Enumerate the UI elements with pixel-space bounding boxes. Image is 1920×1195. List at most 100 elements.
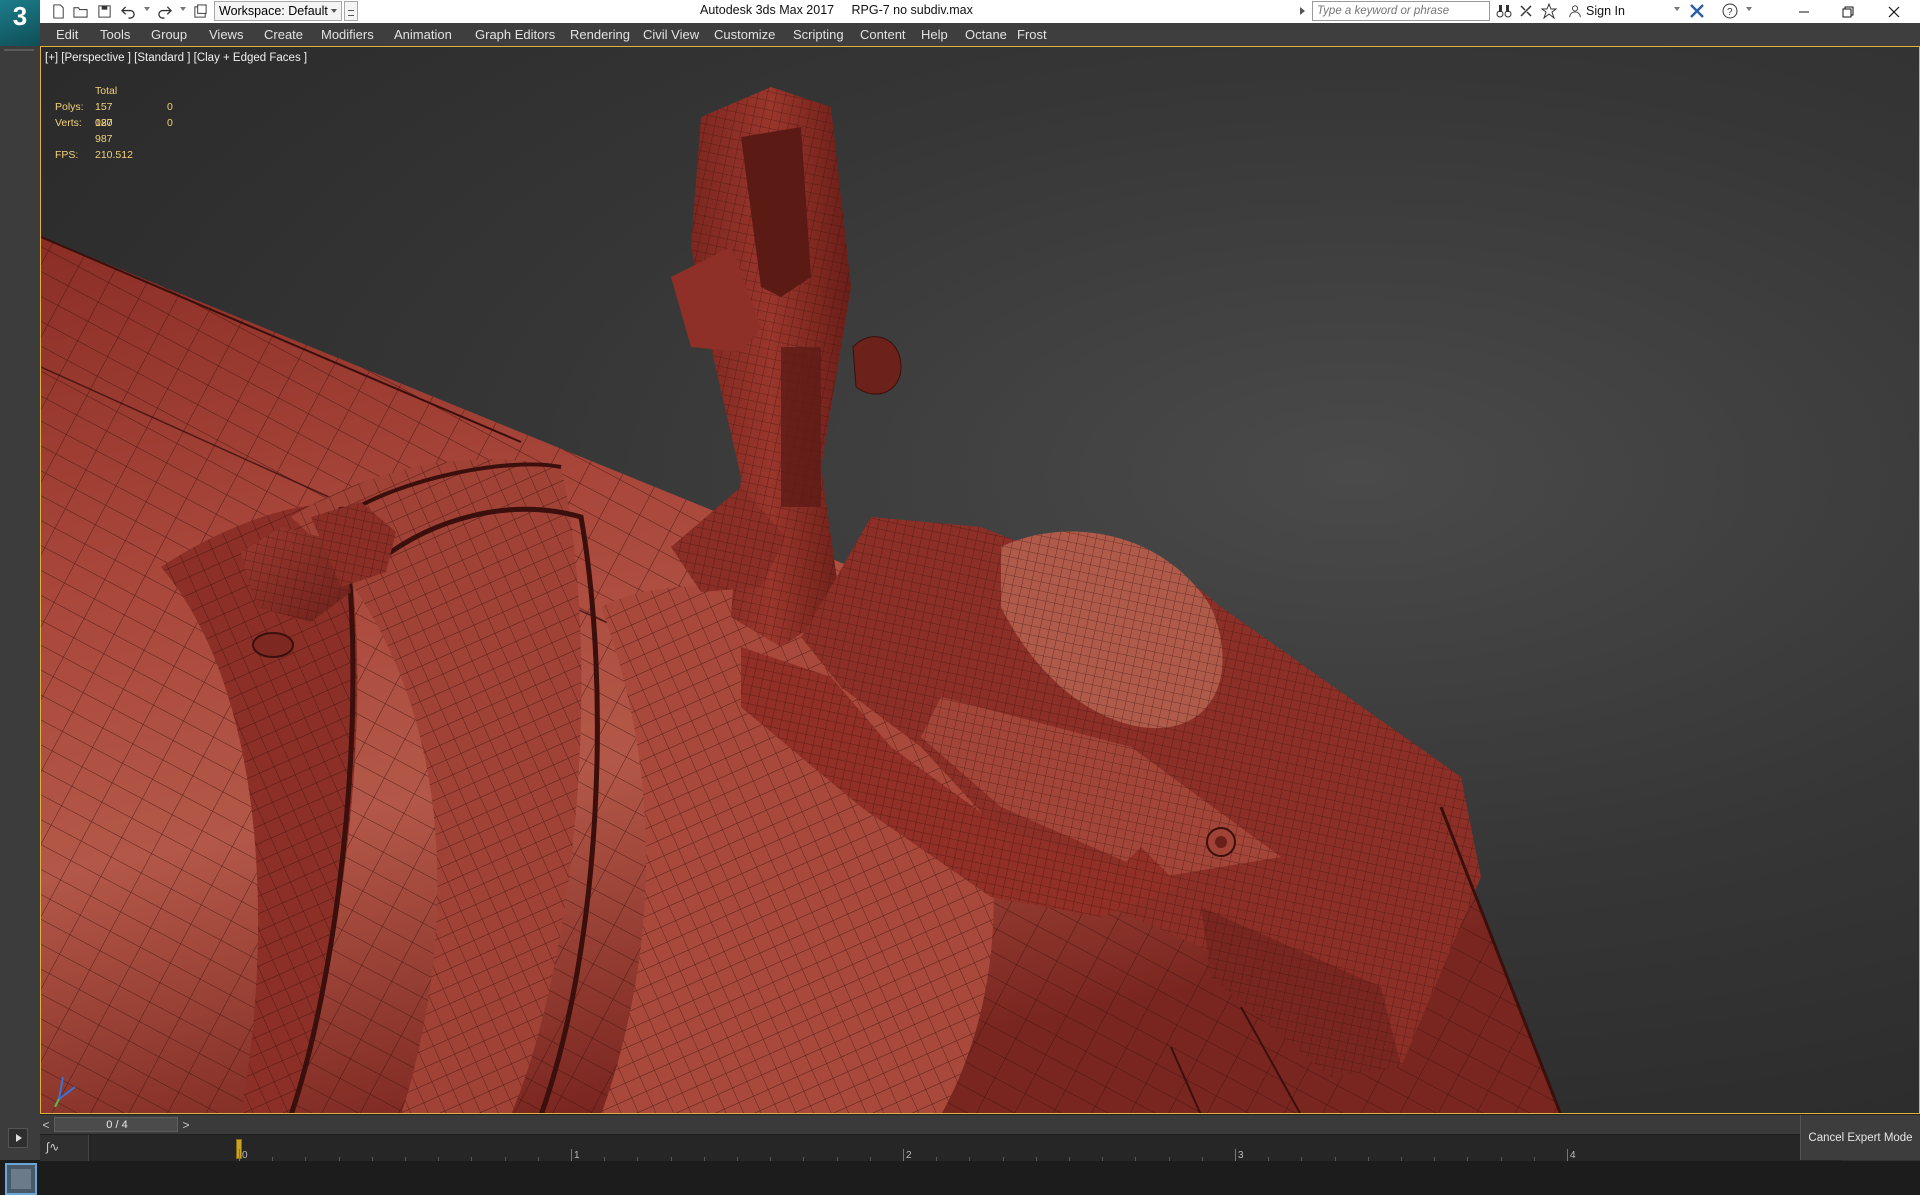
binoculars-icon[interactable] (1496, 3, 1514, 19)
time-slider-track[interactable]: 0 / 4 (54, 1117, 178, 1132)
minor-tick (1367, 1157, 1369, 1161)
minor-tick (869, 1157, 871, 1161)
minor-tick (969, 1157, 971, 1161)
menu-item-modifiers[interactable]: Modifiers (319, 23, 376, 46)
close-icon[interactable] (1872, 0, 1916, 23)
minor-tick (1301, 1157, 1303, 1161)
window-title: Autodesk 3ds Max 2017 RPG-7 no subdiv.ma… (700, 3, 973, 17)
cancel-expert-mode-button[interactable]: Cancel Expert Mode (1800, 1115, 1920, 1160)
frame-tick (1567, 1149, 1568, 1161)
project-folder-icon[interactable] (190, 2, 210, 20)
undo-icon[interactable] (118, 2, 138, 20)
restore-icon[interactable] (1826, 0, 1870, 23)
help-icon[interactable]: ? (1722, 3, 1740, 19)
open-file-icon[interactable] (70, 2, 90, 20)
stats-polys-selected: 0 (167, 101, 173, 113)
minimize-icon[interactable] (1782, 0, 1826, 23)
minor-tick (338, 1157, 340, 1161)
track-bar[interactable]: ∫∿ 0 1 2 3 4 (40, 1134, 1920, 1161)
stats-fps-label: FPS: (55, 149, 79, 161)
minor-tick (1500, 1157, 1502, 1161)
sign-in-dropdown-icon[interactable] (1674, 7, 1680, 11)
menu-item-group[interactable]: Group (149, 23, 189, 46)
frame-tick (239, 1149, 240, 1161)
viewport-label-menu[interactable]: [+] [Perspective ] [Standard ] [Clay + E… (45, 52, 307, 64)
redo-icon[interactable] (154, 2, 174, 20)
save-icon[interactable] (94, 2, 114, 20)
minor-tick (1102, 1157, 1104, 1161)
subscription-center-icon[interactable] (1518, 3, 1536, 19)
minor-tick (770, 1157, 772, 1161)
minor-tick (504, 1157, 506, 1161)
app-logo[interactable]: 3 (0, 0, 40, 46)
menu-item-scripting[interactable]: Scripting (791, 23, 846, 46)
menu-item-frost[interactable]: Frost (1015, 23, 1049, 46)
perspective-viewport[interactable]: [+] [Perspective ] [Standard ] [Clay + E… (40, 46, 1920, 1114)
user-icon (1569, 5, 1581, 18)
minor-tick (604, 1157, 606, 1161)
help-dropdown-icon[interactable] (1746, 7, 1752, 11)
minor-tick (1268, 1157, 1270, 1161)
next-frame-button[interactable]: > (180, 1118, 192, 1132)
curve-editor-icon[interactable]: ∫∿ (46, 1140, 59, 1154)
sign-in-label: Sign In (1586, 4, 1625, 18)
toolbar-separator (4, 49, 34, 51)
minor-tick (670, 1157, 672, 1161)
minor-tick (471, 1157, 473, 1161)
previous-frame-button[interactable]: < (40, 1118, 52, 1132)
minor-tick (803, 1157, 805, 1161)
menu-item-animation[interactable]: Animation (392, 23, 454, 46)
new-file-icon[interactable] (48, 2, 68, 20)
minor-tick (1002, 1157, 1004, 1161)
sign-in-button[interactable]: Sign In (1568, 2, 1625, 20)
minor-tick (1533, 1157, 1535, 1161)
frame-tick-label: 1 (574, 1150, 580, 1161)
menu-item-rendering[interactable]: Rendering (568, 23, 632, 46)
frame-counter: 0 / 4 (106, 1119, 128, 1131)
svg-text:?: ? (1727, 7, 1733, 18)
workspace-selector[interactable]: Workspace: Default (214, 1, 342, 21)
minor-tick (836, 1157, 838, 1161)
minor-tick (405, 1157, 406, 1161)
minor-tick (537, 1157, 539, 1161)
minor-tick (1168, 1157, 1170, 1161)
menu-item-civil-view[interactable]: Civil View (641, 23, 701, 46)
menu-item-octane[interactable]: Octane (963, 23, 1009, 46)
favorites-star-icon[interactable] (1540, 2, 1559, 20)
menu-item-edit[interactable]: Edit (54, 23, 80, 46)
search-input[interactable] (1317, 5, 1487, 17)
menu-item-tools[interactable]: Tools (98, 23, 132, 46)
customize-quick-access-icon[interactable] (344, 1, 358, 21)
stats-polys-label: Polys: (55, 101, 84, 113)
exchange-apps-icon[interactable] (1689, 3, 1707, 19)
track-bar-ticks[interactable]: 0 1 2 3 4 (88, 1135, 1841, 1161)
menu-item-customize[interactable]: Customize (712, 23, 777, 46)
frame-tick-label: 4 (1570, 1150, 1576, 1161)
expand-panel-play-icon[interactable] (8, 1128, 28, 1148)
stats-verts-selected: 0 (167, 117, 173, 129)
app-logo-text: 3 (12, 1, 28, 31)
axis-tripod-icon (54, 1076, 76, 1107)
time-slider[interactable]: < 0 / 4 > (40, 1114, 1920, 1135)
minor-tick (1334, 1157, 1336, 1161)
frame-tick (903, 1149, 904, 1161)
search-field[interactable] (1312, 1, 1490, 21)
menu-item-views[interactable]: Views (207, 23, 245, 46)
search-expand-icon[interactable] (1300, 7, 1305, 15)
stats-verts-total: 120 987 (95, 117, 113, 145)
workspace-selector-label: Workspace: Default (219, 4, 328, 18)
redo-dropdown-icon[interactable] (180, 7, 186, 11)
undo-dropdown-icon[interactable] (144, 7, 150, 11)
minor-tick (737, 1157, 738, 1161)
menu-item-graph-editors[interactable]: Graph Editors (473, 23, 557, 46)
menu-item-create[interactable]: Create (262, 23, 305, 46)
minor-tick (1401, 1157, 1402, 1161)
menu-item-content[interactable]: Content (858, 23, 908, 46)
minor-tick (1069, 1157, 1070, 1161)
minor-tick (438, 1157, 440, 1161)
minor-tick (703, 1157, 705, 1161)
rpg7-mesh-render (41, 87, 1562, 1113)
viewport-layout-thumbnail[interactable] (5, 1163, 37, 1195)
menu-item-help[interactable]: Help (919, 23, 950, 46)
menu-bar: Edit Tools Group Views Create Modifiers … (40, 23, 1920, 47)
